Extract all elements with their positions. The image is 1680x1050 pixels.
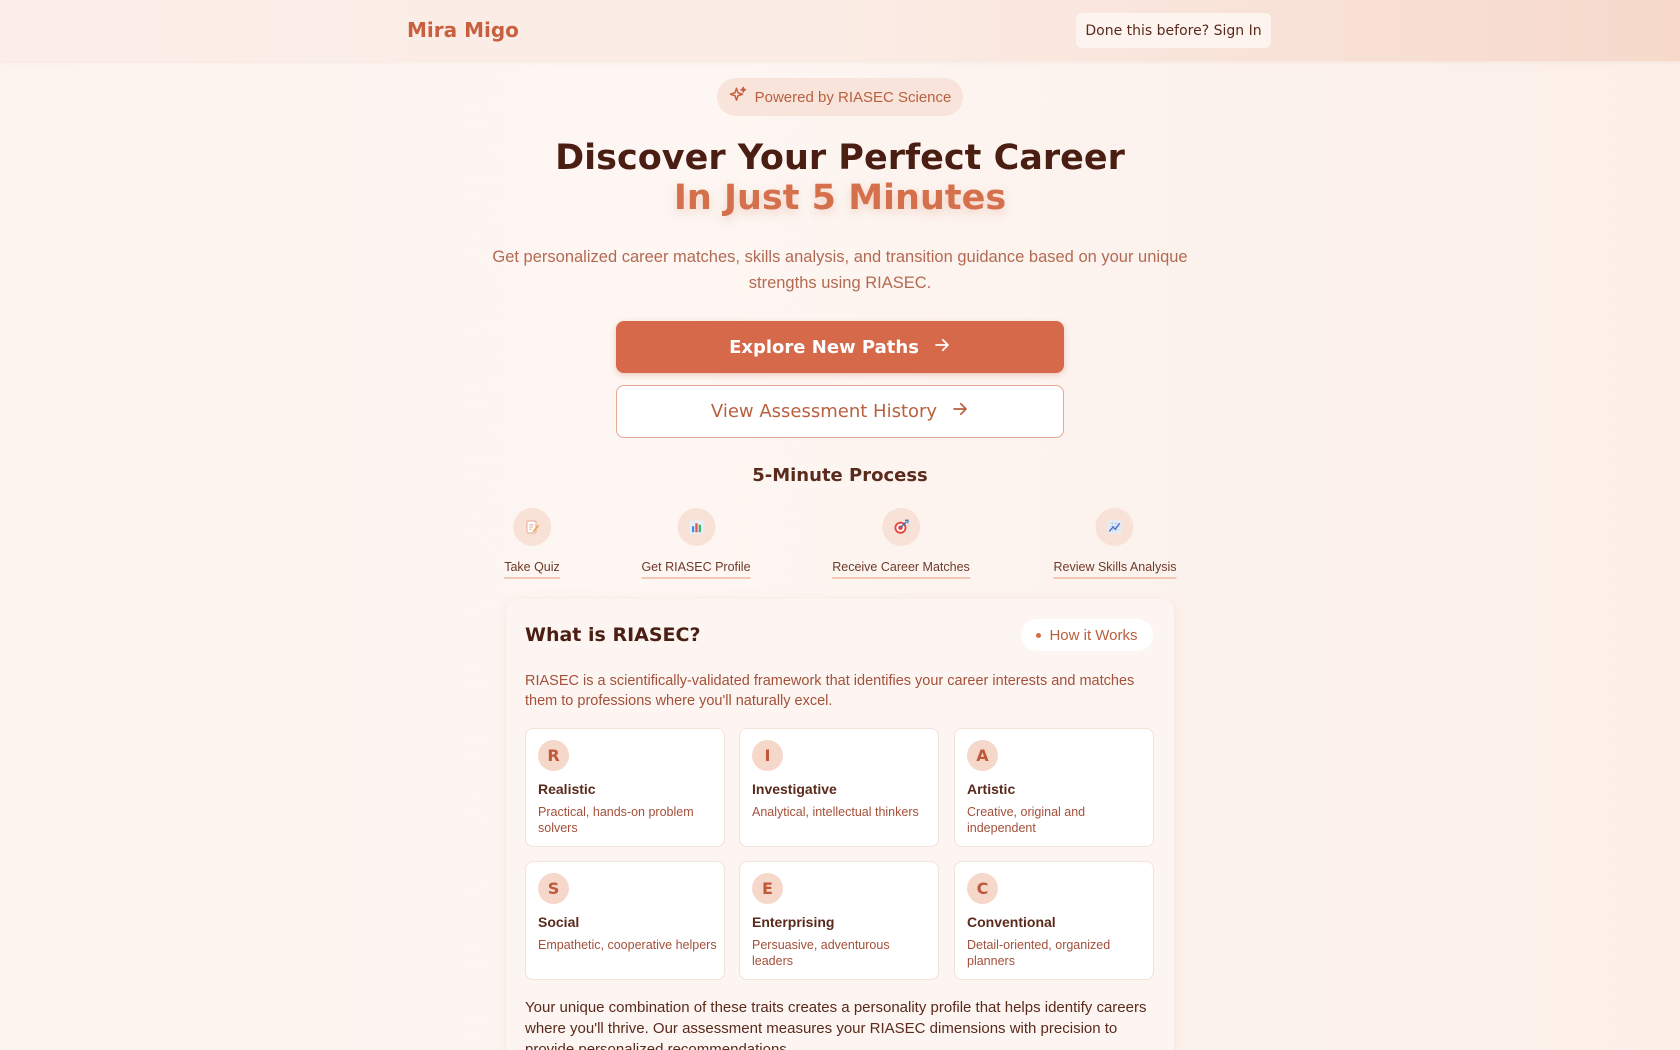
view-assessment-history-button[interactable]: View Assessment History — [616, 385, 1064, 438]
trait-card-investigative: I Investigative Analytical, intellectual… — [739, 728, 939, 847]
trait-name: Social — [538, 914, 580, 930]
how-it-works-label: How it Works — [1049, 626, 1138, 644]
trait-name: Investigative — [752, 781, 837, 797]
trait-letter-badge: E — [752, 873, 783, 904]
process-title: 5-Minute Process — [752, 465, 928, 486]
step-label: Review Skills Analysis — [1053, 560, 1177, 579]
trend-chart-icon — [1096, 508, 1134, 546]
trait-description: Analytical, intellectual thinkers — [752, 805, 919, 819]
trait-description: Detail-oriented, organized planners — [967, 938, 1111, 968]
trait-card-social: S Social Empathetic, cooperative helpers — [525, 861, 725, 980]
process-step-skills-analysis[interactable]: Review Skills Analysis — [1053, 508, 1177, 579]
trait-letter-badge: I — [752, 740, 783, 771]
riasec-description: RIASEC is a scientifically-validated fra… — [525, 673, 1135, 709]
process-step-riasec-profile[interactable]: Get RIASEC Profile — [641, 508, 751, 579]
trait-name: Artistic — [967, 781, 1016, 797]
bar-chart-icon — [676, 508, 715, 546]
trait-letter-badge: A — [967, 740, 998, 771]
hero-title: Discover Your Perfect Career — [555, 138, 1125, 178]
trait-description: Empathetic, cooperative helpers — [538, 938, 717, 952]
trait-description: Creative, original and independent — [967, 805, 1086, 835]
step-label: Receive Career Matches — [832, 560, 970, 579]
how-it-works-button[interactable]: How it Works — [1021, 619, 1153, 651]
trait-name: Realistic — [538, 781, 596, 797]
hero-title-highlight: In Just 5 Minutes — [673, 178, 1007, 218]
sparkles-icon — [729, 86, 747, 108]
trait-name: Conventional — [967, 914, 1056, 930]
trait-name: Enterprising — [752, 914, 835, 930]
process-step-take-quiz[interactable]: Take Quiz — [504, 508, 560, 579]
brand-logo[interactable]: Mira Migo — [407, 18, 519, 42]
trait-card-artistic: A Artistic Creative, original and indepe… — [954, 728, 1154, 847]
arrow-right-icon — [951, 400, 969, 423]
badge-label: Powered by RIASEC Science — [754, 88, 952, 106]
trait-description: Practical, hands-on problem solvers — [538, 805, 694, 835]
trait-letter-badge: S — [538, 873, 569, 904]
process-step-career-matches[interactable]: Receive Career Matches — [832, 508, 970, 579]
trait-letter-badge: C — [967, 873, 998, 904]
target-icon — [882, 508, 920, 546]
explore-new-paths-button[interactable]: Explore New Paths — [616, 321, 1064, 373]
bullet-dot-icon — [1036, 632, 1042, 638]
explore-button-label: Explore New Paths — [729, 336, 919, 358]
trait-card-conventional: C Conventional Detail-oriented, organize… — [954, 861, 1154, 980]
top-navigation-bar: Mira Migo Done this before? Sign In — [0, 0, 1680, 61]
trait-card-enterprising: E Enterprising Persuasive, adventurous l… — [739, 861, 939, 980]
hero-subtitle: Get personalized career matches, skills … — [492, 248, 1188, 292]
step-label: Get RIASEC Profile — [641, 560, 751, 579]
powered-by-badge: Powered by RIASEC Science — [717, 78, 963, 116]
riasec-info-card: What is RIASEC? How it Works RIASEC is a… — [506, 599, 1174, 1050]
sign-in-button[interactable]: Done this before? Sign In — [1076, 13, 1271, 48]
trait-description: Persuasive, adventurous leaders — [752, 938, 890, 968]
trait-card-realistic: R Realistic Practical, hands-on problem … — [525, 728, 725, 847]
riasec-card-title: What is RIASEC? — [525, 624, 701, 646]
step-label: Take Quiz — [504, 560, 560, 579]
arrow-right-icon — [933, 336, 951, 359]
history-button-label: View Assessment History — [710, 401, 938, 422]
riasec-footer-text: Your unique combination of these traits … — [525, 999, 1147, 1050]
memo-icon — [513, 508, 551, 546]
trait-letter-badge: R — [538, 740, 569, 771]
